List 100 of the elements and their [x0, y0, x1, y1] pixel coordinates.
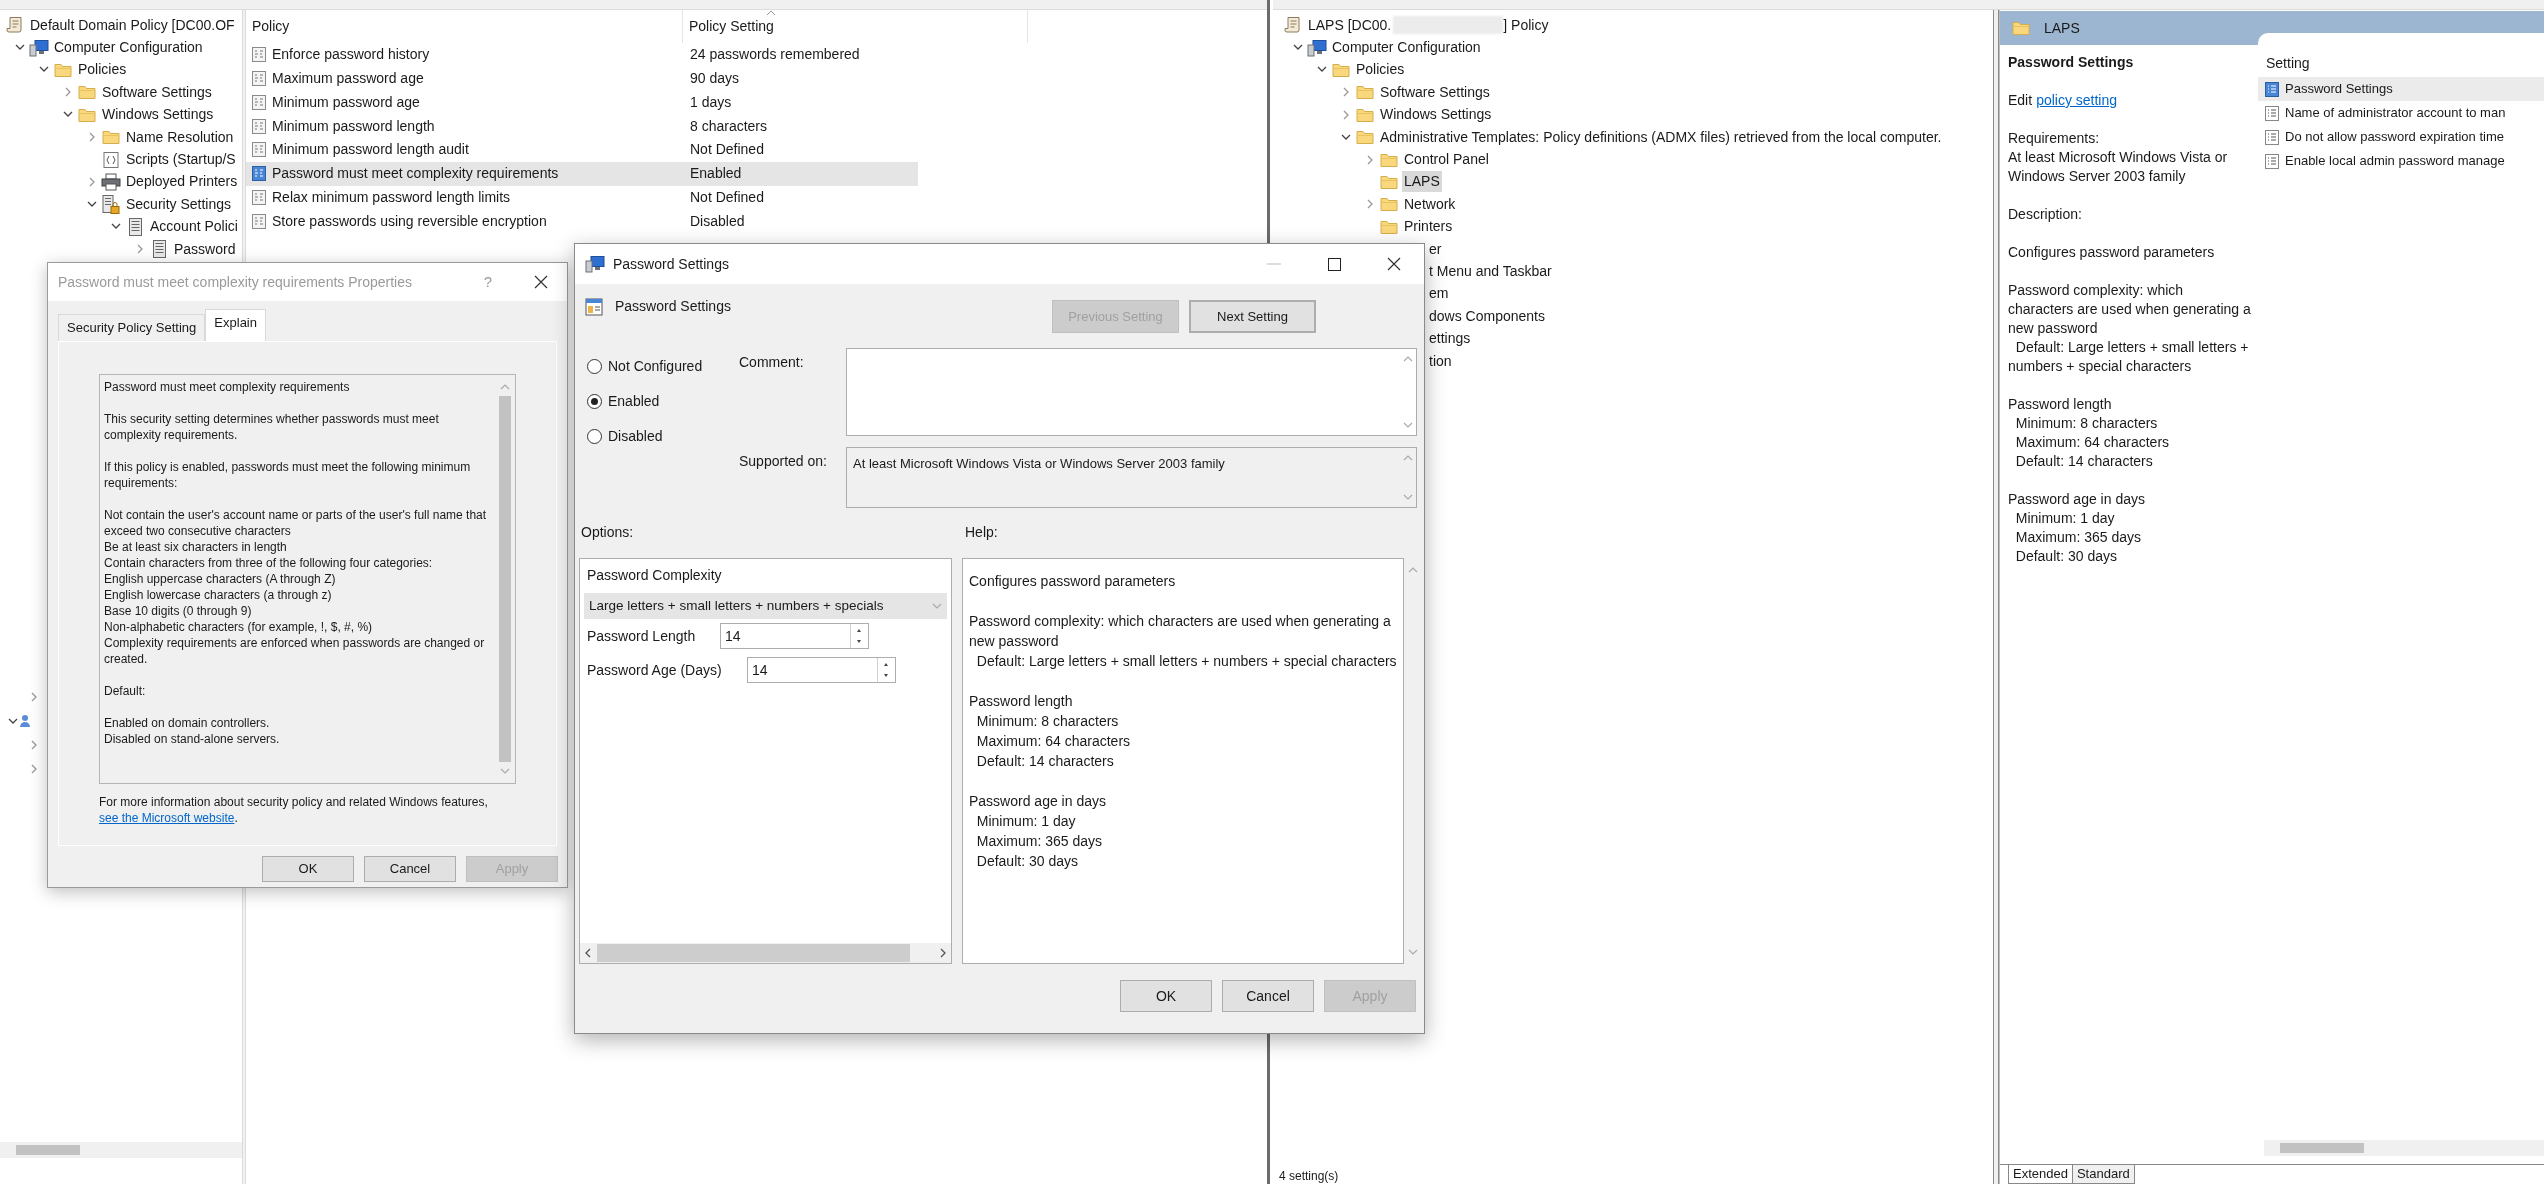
- chevron-right-icon[interactable]: [30, 764, 38, 774]
- table-row[interactable]: Maximum password age 90 days: [246, 66, 918, 91]
- dialog-tab[interactable]: Explain: [205, 309, 266, 341]
- chevron-right-icon[interactable]: [940, 948, 947, 958]
- radio-button[interactable]: [587, 394, 602, 409]
- tree-item[interactable]: Control Panel: [1402, 149, 1491, 171]
- chevron-right-icon[interactable]: [30, 692, 38, 702]
- chevron-right-icon[interactable]: [88, 176, 96, 187]
- table-row[interactable]: Minimum password length 8 characters: [246, 114, 918, 138]
- chevron-down-icon[interactable]: [1317, 66, 1327, 74]
- chevron-left-icon[interactable]: [584, 948, 591, 958]
- chevron-down-icon[interactable]: [63, 111, 73, 119]
- tree-item[interactable]: Computer Configuration: [52, 37, 205, 59]
- chevron-up-icon[interactable]: [500, 383, 510, 390]
- status-text: 4 setting(s): [1279, 1168, 1339, 1184]
- dialog-button[interactable]: Cancel: [1222, 980, 1314, 1012]
- setting-row[interactable]: Name of administrator account to man: [2258, 101, 2544, 125]
- chevron-down-icon[interactable]: [87, 200, 97, 208]
- close-icon[interactable]: [533, 274, 549, 290]
- tree-item[interactable]: Software Settings: [100, 81, 214, 103]
- chevron-up-icon[interactable]: [1403, 355, 1413, 362]
- dialog-button[interactable]: Cancel: [364, 856, 456, 882]
- tree-item[interactable]: Deployed Printers: [124, 171, 240, 193]
- view-tab[interactable]: Standard: [2071, 1165, 2135, 1184]
- chevron-down-icon[interactable]: [39, 66, 49, 74]
- chevron-right-icon[interactable]: [88, 132, 96, 143]
- explanation-text: Be at least six characters in length: [104, 539, 288, 555]
- chevron-right-icon[interactable]: [136, 244, 144, 255]
- chevron-right-icon[interactable]: [1342, 87, 1350, 98]
- table-row[interactable]: Minimum password age 1 days: [246, 90, 918, 115]
- tree-item[interactable]: Software Settings: [1378, 81, 1492, 103]
- chevron-down-icon[interactable]: [1293, 44, 1303, 52]
- chevron-up-icon[interactable]: [1408, 566, 1418, 573]
- close-icon[interactable]: [1386, 256, 1402, 272]
- chevron-right-icon[interactable]: [1342, 109, 1350, 120]
- view-tab[interactable]: Extended: [2008, 1165, 2073, 1184]
- table-row[interactable]: Enforce password history 24 passwords remembered: [246, 43, 918, 67]
- tree-item[interactable]: Security Settings: [124, 193, 234, 215]
- description-text: Default: 14 characters: [2014, 452, 2154, 471]
- tree-item[interactable]: Computer Configuration: [1330, 37, 1483, 59]
- tree-item[interactable]: Network: [1402, 193, 1458, 215]
- tree-item[interactable]: LAPS: [1402, 171, 1442, 193]
- setting-name: Do not allow password expiration time: [2285, 128, 2504, 147]
- tree-item[interactable]: er: [1428, 238, 1443, 260]
- nav-button[interactable]: Next Setting: [1189, 300, 1316, 333]
- help-text: Maximum: 64 characters: [975, 732, 1132, 751]
- column-header[interactable]: Policy: [246, 10, 683, 43]
- scrollbar[interactable]: [2264, 1140, 2544, 1156]
- table-row[interactable]: Password must meet complexity requirements Enabled: [246, 161, 918, 186]
- tree-item[interactable]: Scripts (Startup/S: [124, 149, 238, 171]
- setting-row[interactable]: Do not allow password expiration time: [2258, 125, 2544, 149]
- tree-item[interactable]: Policies: [1354, 59, 1407, 81]
- scrollbar[interactable]: [580, 943, 951, 963]
- chevron-down-icon[interactable]: [111, 223, 121, 231]
- tree-item[interactable]: LAPS [DC00.: [1306, 14, 1394, 36]
- dialog-button[interactable]: OK: [1120, 980, 1212, 1012]
- table-row[interactable]: Store passwords using reversible encryption Disabled: [246, 209, 918, 233]
- chevron-right-icon[interactable]: [1366, 154, 1374, 165]
- column-header[interactable]: Policy Setting: [683, 10, 1028, 43]
- tree-item[interactable]: Printers: [1402, 216, 1455, 238]
- comment-field[interactable]: [846, 348, 1417, 436]
- radio-button[interactable]: [587, 359, 602, 374]
- table-cell-text: Relax minimum password length limits: [272, 187, 511, 207]
- chevron-down-icon[interactable]: [8, 717, 18, 725]
- maximize-icon[interactable]: [1327, 257, 1341, 271]
- field-label: Password Length: [587, 626, 697, 646]
- chevron-down-icon[interactable]: [15, 44, 25, 52]
- tree-item[interactable]: Password: [172, 238, 238, 260]
- document-icon: [251, 212, 267, 230]
- table-row[interactable]: Minimum password length audit Not Defined: [246, 138, 918, 162]
- chevron-up-icon[interactable]: [1403, 454, 1413, 461]
- tree-item[interactable]: Windows Settings: [100, 104, 216, 126]
- tree-item[interactable]: Administrative Templates: Policy definitions (ADMX files) retrieved from the local computer.: [1378, 126, 1944, 148]
- tree-item[interactable]: Account Polici: [148, 216, 240, 238]
- table-row[interactable]: Relax minimum password length limits Not Defined: [246, 185, 918, 210]
- dialog-button[interactable]: OK: [262, 856, 354, 882]
- setting-name: Name of administrator account to man: [2285, 104, 2506, 123]
- tree-item[interactable]: Default Domain Policy [DC00.OF: [28, 14, 237, 36]
- dialog-tab[interactable]: Security Policy Setting: [58, 314, 206, 341]
- tree-item[interactable]: em: [1428, 283, 1450, 305]
- radio-button[interactable]: [587, 429, 602, 444]
- tree-item[interactable]: Windows Settings: [1378, 104, 1494, 126]
- tree-item[interactable]: Policies: [76, 59, 129, 81]
- tree-item[interactable]: tion: [1428, 350, 1453, 372]
- tree-item[interactable]: Name Resolution: [124, 126, 236, 148]
- complexity-dropdown[interactable]: Large letters + small letters + numbers + specials: [584, 593, 947, 619]
- number-field[interactable]: 14: [720, 623, 869, 649]
- chevron-down-icon[interactable]: [1341, 133, 1351, 141]
- column-header[interactable]: Setting: [2258, 53, 2544, 77]
- tree-item[interactable]: ettings: [1428, 328, 1472, 350]
- chevron-right-icon[interactable]: [1366, 199, 1374, 210]
- setting-row[interactable]: Password Settings: [2258, 77, 2544, 101]
- chevron-right-icon[interactable]: [64, 87, 72, 98]
- scrollbar[interactable]: [0, 1142, 242, 1158]
- chevron-right-icon[interactable]: [30, 740, 38, 750]
- policy-setting-link[interactable]: policy setting: [2036, 91, 2118, 110]
- number-field[interactable]: 14: [747, 657, 896, 683]
- tree-item[interactable]: t Menu and Taskbar: [1428, 261, 1553, 282]
- setting-row[interactable]: Enable local admin password manage: [2258, 149, 2544, 173]
- tree-item[interactable]: dows Components: [1428, 305, 1546, 327]
